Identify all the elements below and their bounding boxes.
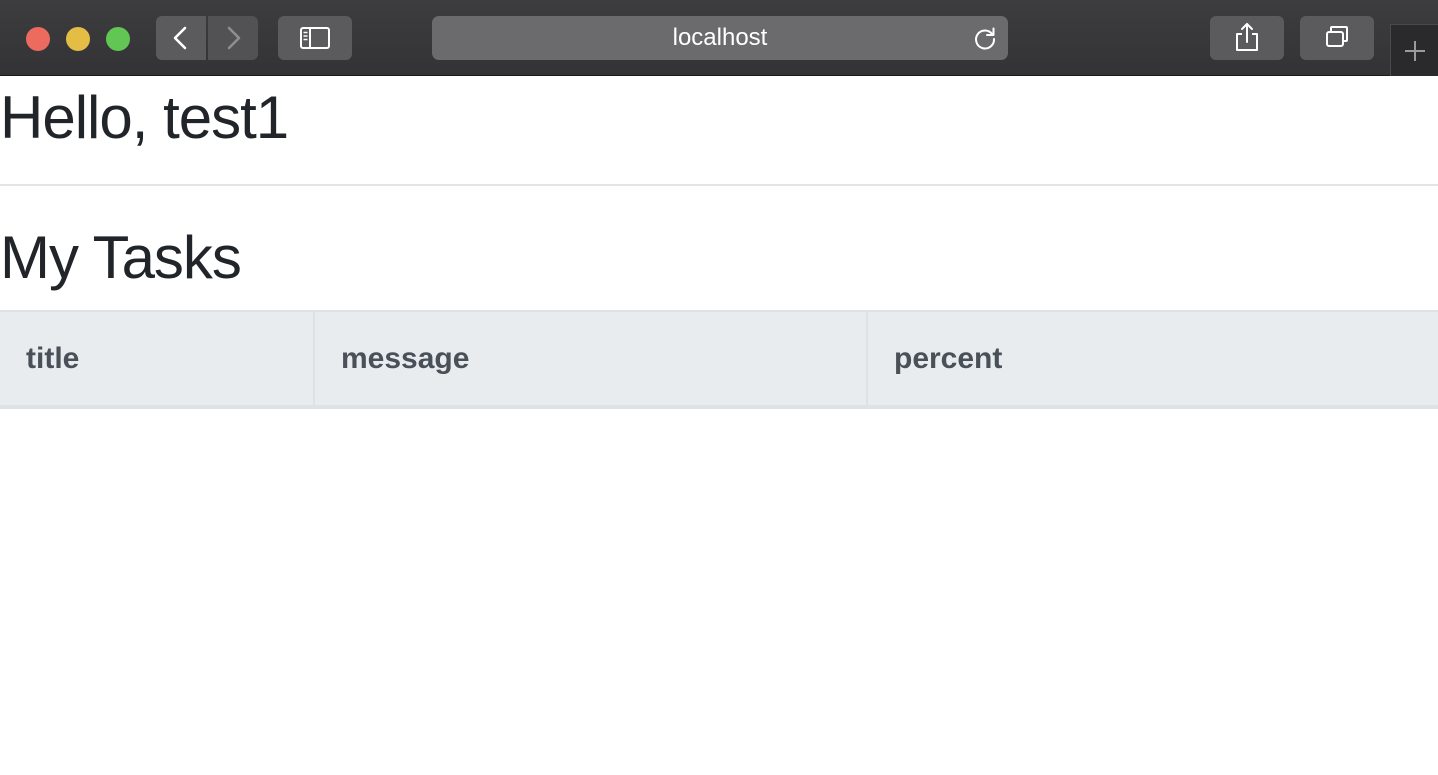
greeting-heading: Hello, test1 [0, 84, 289, 151]
plus-icon [1405, 41, 1425, 61]
chevron-right-icon [227, 26, 241, 50]
reload-icon[interactable] [972, 25, 998, 51]
browser-toolbar: localhost [0, 0, 1438, 76]
divider [0, 184, 1438, 186]
forward-button[interactable] [208, 16, 258, 60]
tasks-table-header: title message percent [0, 310, 1438, 409]
tabs-overview-icon [1326, 26, 1348, 47]
sidebar-icon [300, 27, 330, 49]
share-icon [1236, 23, 1258, 51]
chevron-left-icon [173, 26, 187, 50]
column-header-message: message [313, 310, 868, 409]
address-text: localhost [672, 24, 768, 51]
share-button[interactable] [1210, 16, 1284, 60]
window-close-button[interactable] [26, 27, 50, 51]
address-bar[interactable]: localhost [432, 16, 1008, 60]
window-zoom-button[interactable] [106, 27, 130, 51]
back-button[interactable] [156, 16, 206, 60]
tabs-overview-button[interactable] [1300, 16, 1374, 60]
column-header-percent: percent [866, 310, 1438, 409]
my-tasks-heading: My Tasks [0, 224, 242, 291]
tasks-table: title message percent [0, 310, 1438, 409]
sidebar-button[interactable] [278, 16, 352, 60]
new-tab-button[interactable] [1390, 24, 1438, 76]
table-header-row: title message percent [0, 310, 1438, 409]
column-header-title: title [0, 310, 315, 409]
window-minimize-button[interactable] [66, 27, 90, 51]
